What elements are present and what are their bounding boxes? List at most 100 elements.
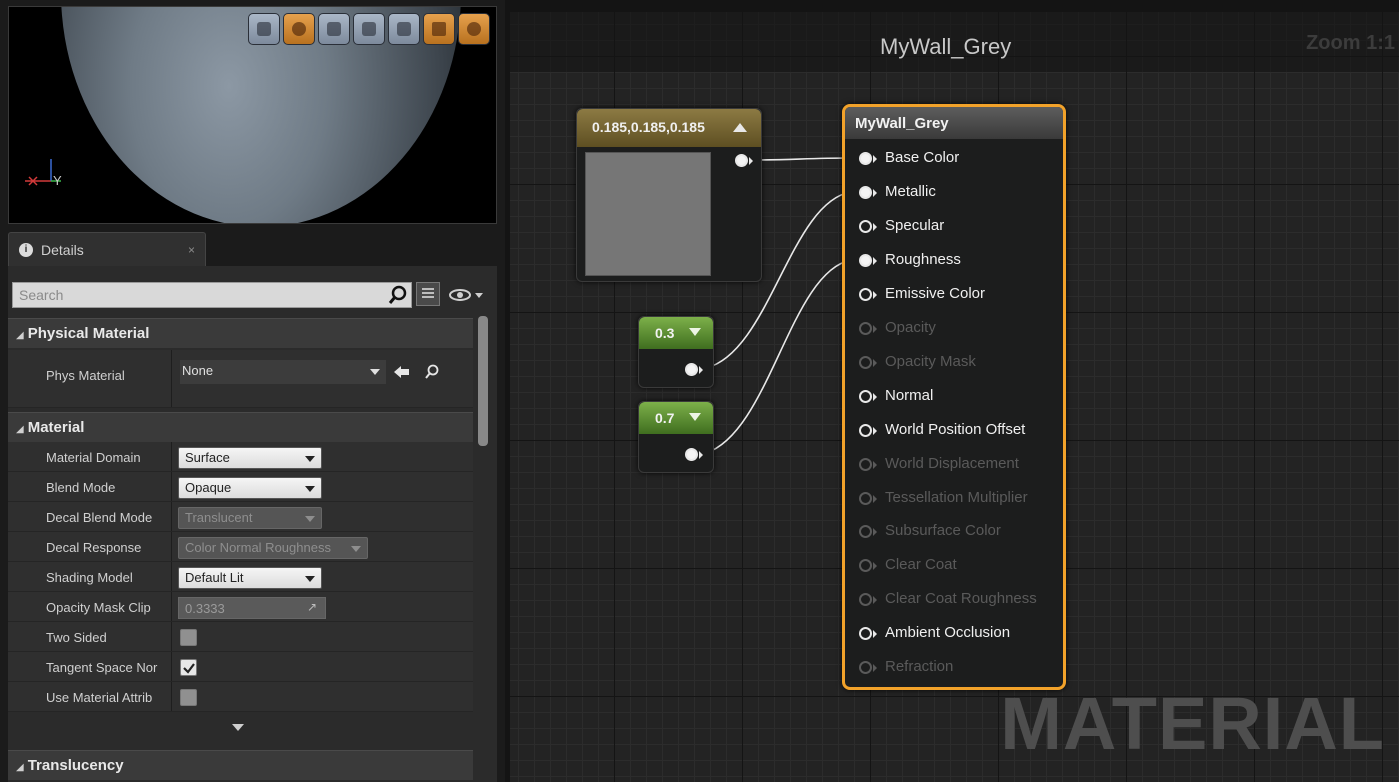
chevron-down-icon[interactable]: [370, 369, 380, 375]
input-pin[interactable]: [859, 627, 872, 640]
realtime-toggle-button[interactable]: [458, 13, 490, 45]
viewport-toolbar: [248, 13, 490, 45]
divider: [171, 622, 172, 651]
search-icon[interactable]: [388, 285, 408, 305]
input-pin[interactable]: [859, 220, 872, 233]
input-pin[interactable]: [859, 390, 872, 403]
property-row-shading-model: Shading Model Default Lit: [8, 562, 473, 592]
constant-node-0-3[interactable]: 0.3: [638, 316, 714, 388]
material-preview-viewport[interactable]: Y: [8, 6, 497, 224]
constant-node-0-7[interactable]: 0.7: [638, 401, 714, 473]
mesh-preview-button[interactable]: [388, 13, 420, 45]
property-label: Shading Model: [46, 570, 133, 585]
output-pin[interactable]: [735, 154, 748, 167]
property-row-use-material-attributes: Use Material Attrib: [8, 682, 473, 712]
input-pin: [859, 593, 872, 606]
two-sided-checkbox[interactable]: [180, 629, 197, 646]
input-pin: [859, 458, 872, 471]
chevron-down-icon: [305, 576, 315, 582]
expand-down-icon[interactable]: [689, 413, 701, 421]
category-translucency[interactable]: ◢ Translucency: [8, 750, 473, 780]
details-scrollbar[interactable]: [478, 316, 488, 446]
phys-material-value[interactable]: None: [180, 360, 386, 384]
expand-down-icon[interactable]: [689, 328, 701, 336]
details-tab-bar: i Details ×: [8, 230, 497, 266]
input-pin[interactable]: [859, 186, 872, 199]
property-row-tangent-space-normal: Tangent Space Nor: [8, 652, 473, 682]
output-pin[interactable]: [685, 363, 698, 376]
chevron-down-icon: [305, 486, 315, 492]
input-label: Clear Coat Roughness: [885, 590, 1037, 607]
category-material[interactable]: ◢ Material: [8, 412, 473, 442]
plane-preview-button[interactable]: [318, 13, 350, 45]
chevron-down-icon: [305, 516, 315, 522]
blend-mode-dropdown[interactable]: Opaque: [178, 477, 322, 499]
input-pin[interactable]: [859, 288, 872, 301]
property-label: Material Domain: [46, 450, 141, 465]
divider: [171, 502, 172, 531]
close-icon[interactable]: ×: [188, 243, 195, 257]
reset-arrow-icon: ↗: [306, 600, 317, 614]
input-label: Emissive Color: [885, 285, 986, 302]
browse-search-icon[interactable]: [424, 364, 440, 380]
input-pin-arrow-icon: [873, 223, 877, 231]
input-label: World Displacement: [885, 455, 1019, 472]
input-label: Roughness: [885, 251, 961, 268]
info-icon: i: [19, 242, 33, 257]
divider: [171, 472, 172, 501]
details-panel: Search ◢Physical Material Phys Material: [8, 266, 497, 782]
divider: [171, 652, 172, 681]
input-pin: [859, 356, 872, 369]
tangent-space-normal-checkbox[interactable]: [180, 659, 197, 676]
input-pin-arrow-icon: [873, 291, 877, 299]
chevron-down-icon: [305, 456, 315, 462]
divider: [171, 442, 172, 471]
constant3vector-node[interactable]: 0.185,0.185,0.185: [576, 108, 762, 282]
collapse-up-icon[interactable]: [733, 123, 747, 132]
material-domain-dropdown[interactable]: Surface: [178, 447, 322, 469]
input-pin[interactable]: [859, 254, 872, 267]
input-pin-arrow-icon: [873, 393, 877, 401]
property-row-blend-mode: Blend Mode Opaque: [8, 472, 473, 502]
input-pin-arrow-icon: [873, 257, 877, 265]
eye-icon[interactable]: [448, 286, 488, 304]
plane-icon: [327, 22, 341, 36]
shading-model-dropdown[interactable]: Default Lit: [178, 567, 322, 589]
property-row-decal-blend-mode: Decal Blend Mode Translucent: [8, 502, 473, 532]
input-label: Ambient Occlusion: [885, 624, 1011, 641]
material-result-node[interactable]: MyWall_Grey Base Color Metallic Specular Ro…: [842, 104, 1066, 690]
cube-icon: [362, 22, 376, 36]
use-selected-arrow-icon[interactable]: [394, 365, 410, 379]
property-row-decal-response: Decal Response Color Normal Roughness: [8, 532, 473, 562]
input-pin: [859, 322, 872, 335]
input-label: Base Color: [885, 149, 960, 166]
category-physical-material[interactable]: ◢ Physical Material: [8, 318, 473, 348]
node-value-label: 0.3: [655, 325, 675, 341]
output-pin-arrow-icon: [699, 451, 703, 459]
tab-details[interactable]: i Details ×: [8, 232, 206, 266]
input-pin[interactable]: [859, 424, 872, 437]
dropdown-value: Surface: [185, 450, 230, 465]
search-row: Search: [12, 282, 492, 308]
search-input[interactable]: Search: [12, 282, 412, 308]
chevron-down-icon: [351, 546, 361, 552]
cylinder-preview-button[interactable]: [248, 13, 280, 45]
view-options-icon[interactable]: [416, 282, 440, 306]
category-label: Material: [27, 419, 85, 436]
grid-icon: [432, 22, 446, 36]
input-pin-arrow-icon: [873, 630, 877, 638]
use-material-attributes-checkbox[interactable]: [180, 689, 197, 706]
input-label: Opacity: [885, 319, 936, 336]
cube-preview-button[interactable]: [353, 13, 385, 45]
sphere-preview-button[interactable]: [283, 13, 315, 45]
input-label: Subsurface Color: [885, 522, 1001, 539]
node-value-label: 0.185,0.185,0.185: [592, 119, 705, 135]
output-pin[interactable]: [685, 448, 698, 461]
grid-toggle-button[interactable]: [423, 13, 455, 45]
show-advanced-chevron-icon[interactable]: [232, 724, 244, 731]
divider: [171, 350, 172, 407]
property-label: Phys Material: [46, 368, 125, 383]
material-graph-canvas[interactable]: MyWall_Grey Zoom 1:1 MATERIAL 0.185,0.18…: [510, 12, 1399, 782]
sphere-icon: [292, 22, 306, 36]
input-pin[interactable]: [859, 152, 872, 165]
